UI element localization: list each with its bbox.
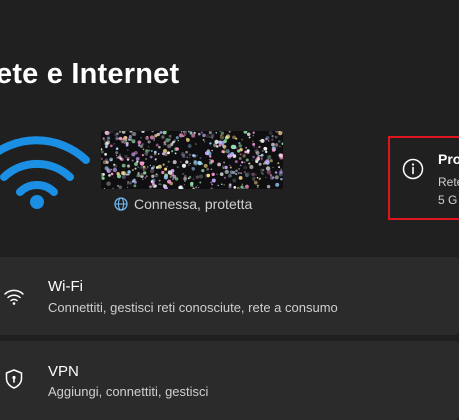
page-title: ete e Internet (0, 58, 180, 90)
properties-card[interactable]: Pro Rete 5 G (388, 136, 459, 220)
row-title-wifi: Wi-Fi (48, 278, 83, 295)
globe-icon (114, 197, 128, 211)
row-title-vpn: VPN (48, 363, 79, 380)
settings-row-vpn[interactable]: VPN Aggiungi, connettiti, gestisci (0, 341, 459, 420)
properties-line-1: Rete (438, 175, 459, 189)
info-icon (402, 158, 424, 180)
row-description-vpn: Aggiungi, connettiti, gestisci (48, 384, 209, 399)
properties-line-2: 5 G (438, 193, 458, 207)
network-name-obscured (101, 131, 283, 189)
properties-title: Pro (438, 151, 459, 167)
settings-row-wifi[interactable]: Wi-Fi Connettiti, gestisci reti conosciu… (0, 257, 459, 335)
wifi-icon (4, 289, 24, 305)
wifi-large-icon (0, 136, 90, 209)
shield-icon (5, 369, 23, 389)
status-text: Connessa, protetta (134, 196, 253, 212)
settings-page: ete e Internet Connessa, protetta Pro Re… (0, 0, 459, 420)
connection-status: Connessa, protetta (114, 195, 252, 213)
row-description-wifi: Connettiti, gestisci reti conosciute, re… (48, 300, 338, 315)
privacy-noise-image (101, 131, 283, 189)
